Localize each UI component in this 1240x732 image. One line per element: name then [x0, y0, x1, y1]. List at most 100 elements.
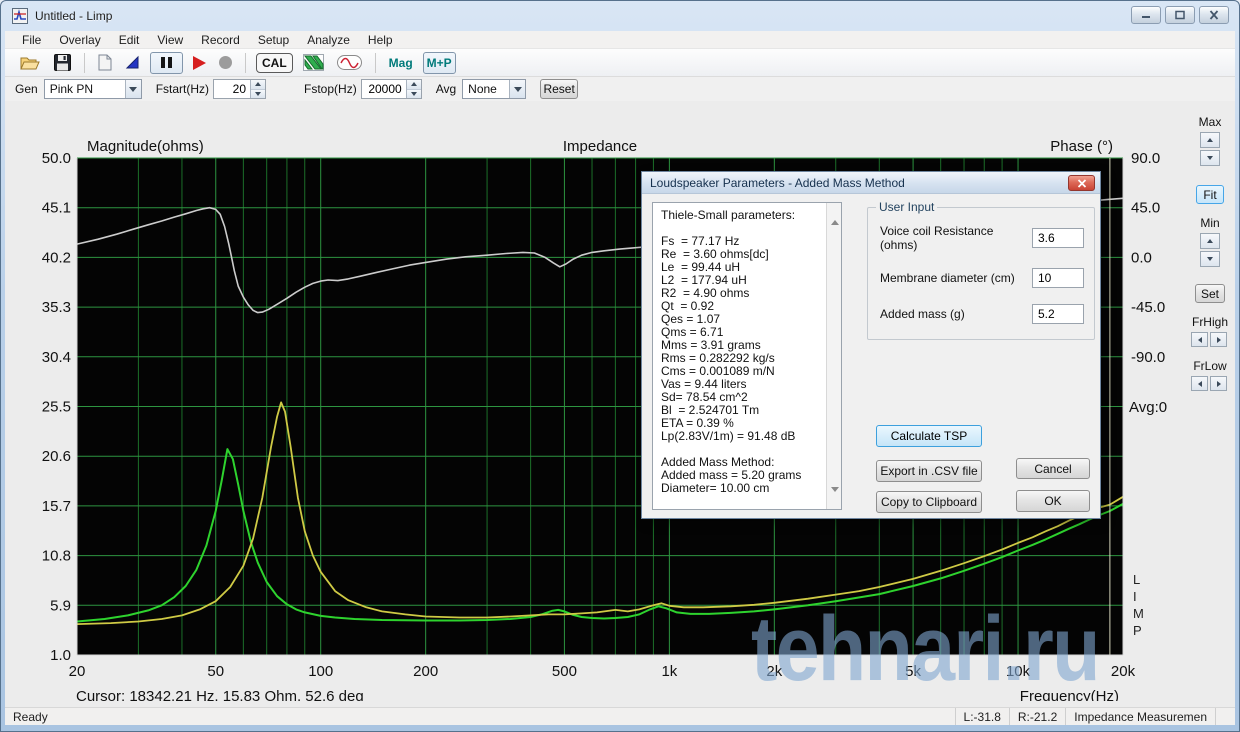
user-input-legend: User Input — [876, 200, 937, 214]
blue-flag-icon — [125, 55, 140, 70]
dialog-title: Loudspeaker Parameters - Added Mass Meth… — [650, 176, 905, 190]
fstart-stepper[interactable] — [213, 79, 266, 99]
copy-to-clipboard-button[interactable]: Copy to Clipboard — [876, 491, 982, 513]
fstart-label: Fstart(Hz) — [156, 82, 209, 96]
spectrum-button[interactable] — [300, 52, 327, 74]
frlow-label: FrLow — [1193, 359, 1226, 373]
menu-item[interactable]: Edit — [110, 33, 149, 47]
added-mass-label: Added mass (g) — [880, 307, 1032, 321]
cancel-button[interactable]: Cancel — [1016, 458, 1090, 479]
generator-type-select[interactable]: Pink PN — [44, 79, 142, 99]
open-file-button[interactable] — [17, 52, 44, 74]
scroll-up-icon[interactable] — [831, 206, 839, 220]
voice-coil-resistance-input[interactable] — [1032, 228, 1084, 248]
min-spinner[interactable] — [1200, 233, 1220, 269]
dialog-close-button[interactable] — [1068, 175, 1095, 191]
signal-generator-button[interactable] — [334, 52, 365, 74]
thiele-small-text: Thiele-Small parameters: Fs = 77.17 HzRe… — [661, 209, 821, 495]
menu-item[interactable]: Overlay — [50, 33, 109, 47]
phase-tick-label: 90.0 — [1131, 150, 1160, 167]
generator-bar: Gen Pink PN Fstart(Hz) Fstop(Hz) Avg Non… — [5, 77, 1235, 101]
menu-item[interactable]: View — [148, 33, 192, 47]
record-button[interactable] — [190, 52, 209, 74]
min-up-button[interactable] — [1200, 233, 1220, 249]
export-csv-button[interactable]: Export in .CSV file — [876, 460, 982, 482]
app-window: Untitled - Limp FileOverlayEditViewRecor… — [0, 0, 1240, 732]
titlebar[interactable]: Untitled - Limp — [1, 1, 1239, 31]
close-button[interactable] — [1199, 6, 1229, 24]
menu-item[interactable]: Record — [192, 33, 249, 47]
status-left-level: L:-31.8 — [955, 708, 1009, 725]
marker-button[interactable] — [122, 52, 143, 74]
fstart-spinner[interactable] — [250, 80, 265, 98]
magnitude-tick-label: 20.6 — [42, 448, 71, 465]
save-button[interactable] — [51, 52, 74, 74]
menu-item[interactable]: Setup — [249, 33, 298, 47]
magnitude-tick-label: 1.0 — [50, 647, 71, 664]
fstop-stepper[interactable] — [361, 79, 422, 99]
minimize-button[interactable] — [1131, 6, 1161, 24]
menu-item[interactable]: Help — [359, 33, 402, 47]
magnitude-view-button[interactable]: Mag — [386, 52, 416, 74]
frequency-tick-label: 100 — [308, 663, 333, 680]
avg-value: None — [463, 82, 509, 96]
min-label: Min — [1200, 216, 1219, 230]
scroll-down-icon[interactable] — [831, 492, 839, 506]
reset-button[interactable]: Reset — [540, 79, 578, 99]
added-mass-input[interactable] — [1032, 304, 1084, 324]
membrane-diameter-input[interactable] — [1032, 268, 1084, 288]
frlow-right-button[interactable] — [1210, 376, 1227, 391]
max-up-button[interactable] — [1200, 132, 1220, 148]
chevron-down-icon — [509, 80, 525, 98]
pause-button[interactable] — [150, 52, 183, 74]
play-icon — [193, 56, 206, 70]
max-down-button[interactable] — [1200, 150, 1220, 166]
phase-tick-label: -45.0 — [1131, 299, 1165, 316]
fit-button[interactable]: Fit — [1196, 185, 1224, 204]
green-stripes-icon — [303, 54, 324, 71]
frequency-tick-label: 200 — [413, 663, 438, 680]
phase-axis-title: Phase (°) — [1050, 138, 1113, 155]
magnitude-tick-label: 5.9 — [50, 597, 71, 614]
status-ready: Ready — [5, 710, 955, 724]
fstop-spinner[interactable] — [406, 80, 421, 98]
frequency-tick-label: 2k — [766, 663, 782, 680]
phase-tick-label: 45.0 — [1131, 200, 1160, 217]
frlow-left-button[interactable] — [1191, 376, 1208, 391]
calculate-tsp-button[interactable]: Calculate TSP — [876, 425, 982, 447]
chevron-down-icon — [125, 80, 141, 98]
resize-grip[interactable] — [1215, 708, 1235, 725]
fstart-input[interactable] — [214, 80, 250, 98]
copy-button[interactable] — [95, 52, 115, 74]
avg-select[interactable]: None — [462, 79, 526, 99]
cursor-readout: Cursor: 18342.21 Hz, 15.83 Ohm, 52.6 deg — [76, 688, 364, 701]
max-spinner[interactable] — [1200, 132, 1220, 168]
maximize-button[interactable] — [1165, 6, 1195, 24]
dialog-titlebar[interactable]: Loudspeaker Parameters - Added Mass Meth… — [642, 172, 1100, 194]
ok-button[interactable]: OK — [1016, 490, 1090, 512]
minimize-icon — [1140, 10, 1152, 20]
min-down-button[interactable] — [1200, 251, 1220, 267]
magnitude-tick-label: 30.4 — [42, 349, 71, 366]
status-right-level: R:-21.2 — [1009, 708, 1065, 725]
frhigh-left-button[interactable] — [1191, 332, 1208, 347]
calibrate-button[interactable]: CAL — [256, 53, 293, 73]
frhigh-right-button[interactable] — [1210, 332, 1227, 347]
menu-item[interactable]: Analyze — [298, 33, 359, 47]
app-icon — [12, 8, 28, 24]
gen-label: Gen — [15, 82, 38, 96]
limp-vertical-label: I — [1133, 589, 1137, 604]
frhigh-spinner[interactable] — [1191, 332, 1229, 347]
results-scrollbar[interactable] — [826, 203, 841, 509]
ts-param-line: Diameter= 10.00 cm — [661, 482, 821, 495]
menu-item[interactable]: File — [13, 33, 50, 47]
stop-button[interactable] — [216, 52, 235, 74]
frlow-spinner[interactable] — [1191, 376, 1229, 391]
magnitude-tick-label: 45.1 — [42, 200, 71, 217]
status-mode: Impedance Measuremen — [1065, 708, 1215, 725]
fstop-input[interactable] — [362, 80, 406, 98]
menubar: FileOverlayEditViewRecordSetupAnalyzeHel… — [5, 31, 1235, 48]
magnitude-phase-view-button[interactable]: M+P — [423, 52, 456, 74]
pause-icon — [154, 57, 179, 68]
set-button[interactable]: Set — [1195, 284, 1225, 303]
